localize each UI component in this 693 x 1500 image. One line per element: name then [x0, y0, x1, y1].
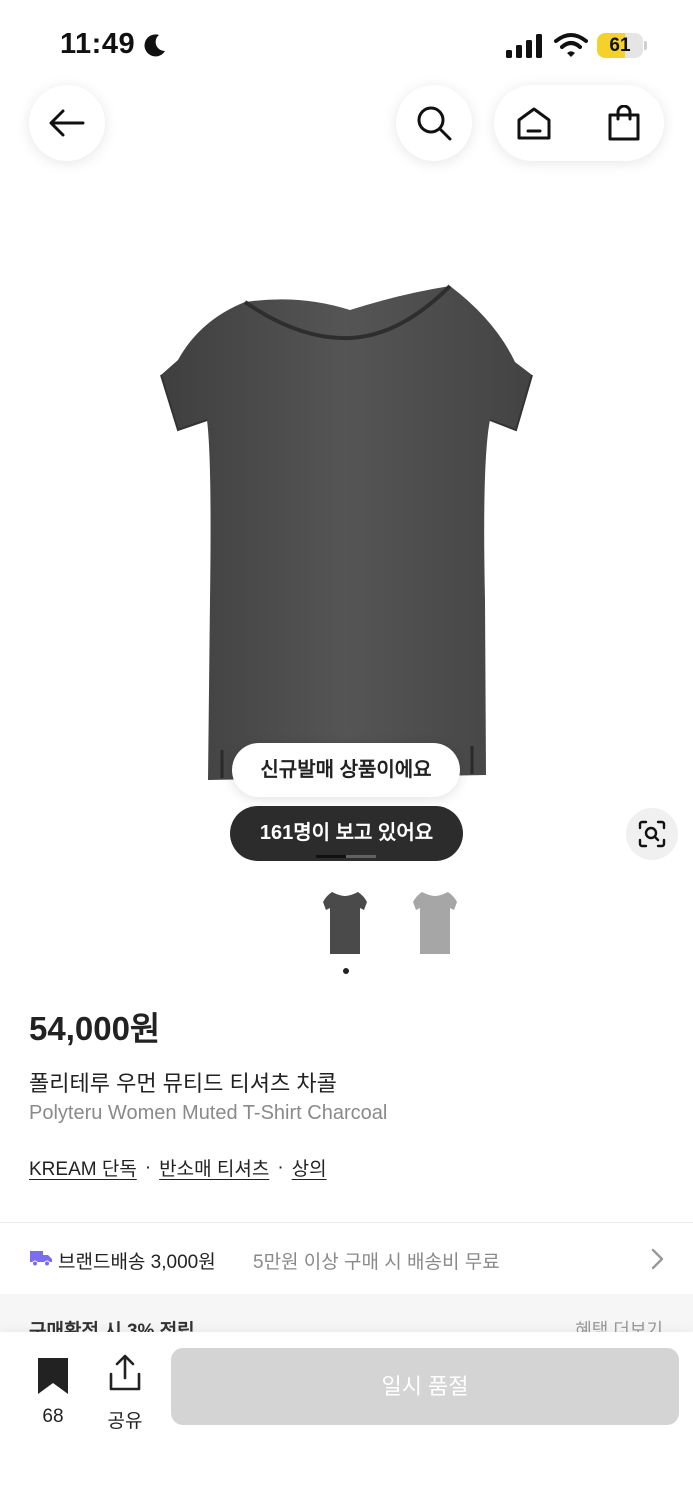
bookmark-count: 68	[42, 1406, 64, 1427]
sold-out-button[interactable]: 일시 품절	[171, 1348, 679, 1425]
category-separator: ·	[277, 1156, 284, 1178]
image-search-button[interactable]	[626, 808, 678, 860]
category-separator: ·	[144, 1156, 152, 1178]
bookmark-icon	[38, 1358, 68, 1394]
bookmark-button[interactable]: 68	[24, 1354, 82, 1427]
chevron-right-icon	[651, 1248, 664, 1270]
category-link-short-sleeve-tshirt[interactable]: 반소매 티셔츠	[159, 1154, 269, 1181]
battery-cap	[644, 41, 647, 50]
product-image[interactable]	[150, 280, 545, 790]
cellular-signal-icon	[506, 34, 542, 58]
category-link-tops[interactable]: 상의	[292, 1154, 327, 1181]
shopping-bag-button[interactable]	[584, 85, 664, 161]
shipping-info-row[interactable]: 브랜드배송 3,000원 5만원 이상 구매 시 배송비 무료	[0, 1223, 693, 1293]
battery-level: 61	[609, 35, 631, 56]
bottom-action-bar: 68 공유 일시 품절	[0, 1332, 693, 1500]
product-price: 54,000원	[29, 1010, 161, 1047]
viewers-badge: 161명이 보고 있어요	[230, 806, 463, 861]
shopping-bag-icon	[608, 105, 640, 141]
share-label: 공유	[107, 1411, 143, 1432]
battery-body: 61	[597, 33, 643, 58]
thumbnail-charcoal[interactable]	[320, 888, 370, 958]
benefit-row[interactable]: 구매확정 시 3% 적립 혜택 더보기	[0, 1294, 693, 1334]
wifi-icon	[554, 33, 588, 57]
image-slide-progress-fill	[316, 855, 346, 858]
home-button[interactable]	[494, 85, 574, 161]
share-icon	[109, 1354, 141, 1391]
status-bar: 11:49 61	[0, 0, 693, 90]
image-slide-progress	[316, 855, 376, 858]
truck-icon	[30, 1251, 52, 1267]
moon-icon	[144, 34, 165, 57]
product-name-korean: 폴리테루 우먼 뮤티드 티셔츠 차콜	[29, 1071, 337, 1096]
search-button[interactable]	[396, 85, 472, 161]
category-breadcrumb: KREAM 단독 · 반소매 티셔츠 · 상의	[29, 1154, 327, 1181]
free-shipping-condition: 5만원 이상 구매 시 배송비 무료	[253, 1252, 500, 1273]
new-release-badge: 신규발매 상품이에요	[232, 743, 460, 797]
battery-indicator: 61	[597, 33, 647, 58]
nav-pill	[494, 85, 664, 161]
arrow-left-icon	[49, 109, 85, 137]
shipping-fee: 브랜드배송 3,000원	[58, 1252, 216, 1273]
search-icon	[417, 106, 452, 141]
category-link-kream-exclusive[interactable]: KREAM 단독	[29, 1154, 137, 1181]
thumbnail-indicator-dot	[343, 968, 349, 974]
home-icon	[517, 107, 551, 140]
image-search-icon	[638, 820, 666, 848]
back-button[interactable]	[29, 85, 105, 161]
share-button[interactable]: 공유	[96, 1354, 154, 1432]
product-name-english: Polyteru Women Muted T-Shirt Charcoal	[29, 1102, 388, 1124]
thumbnail-gray[interactable]	[410, 888, 460, 958]
status-time: 11:49	[60, 28, 136, 60]
